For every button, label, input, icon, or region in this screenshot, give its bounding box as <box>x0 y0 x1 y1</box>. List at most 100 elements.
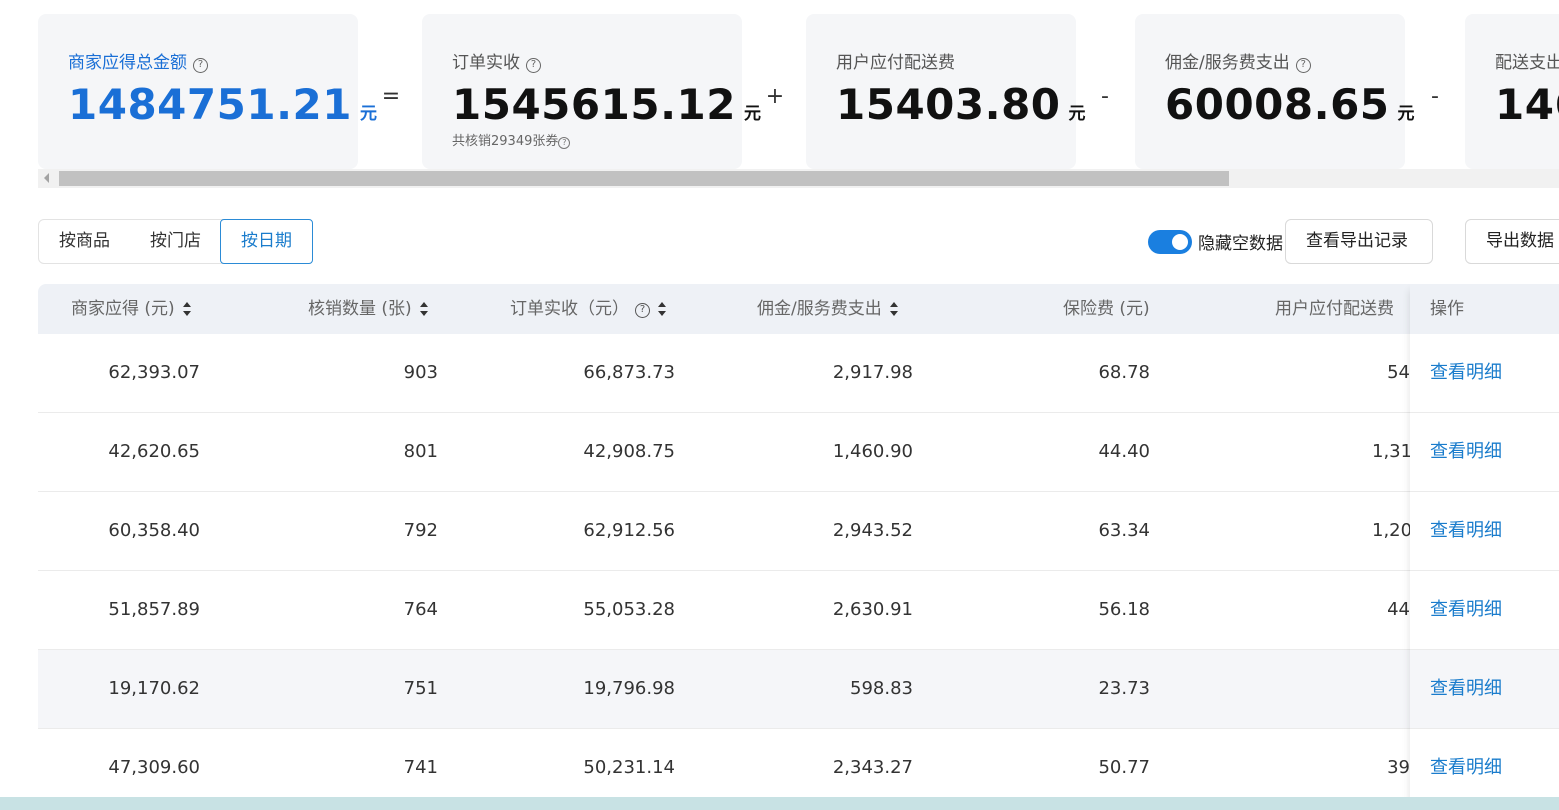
card-value: 60008.65 <box>1165 80 1390 129</box>
cell-user-delivery-fee-clip: 44 <box>1275 571 1410 649</box>
segment-by-date[interactable]: 按日期 <box>220 219 313 264</box>
table-row: 62,393.07 903 66,873.73 2,917.98 68.78 54 查看明细 <box>38 334 1559 413</box>
minus-operator: - <box>1431 84 1439 109</box>
toggle-label: 隐藏空数据 <box>1198 234 1283 254</box>
cell-order-received: 55,053.28 <box>583 599 675 620</box>
cell-insurance: 63.34 <box>1098 520 1150 541</box>
table-row: 60,358.40 792 62,912.56 2,943.52 63.34 1,20 查看… <box>38 492 1559 571</box>
sort-icon[interactable] <box>419 302 428 316</box>
card-value: 146 <box>1495 80 1559 129</box>
equals-operator: = <box>381 84 401 109</box>
cell-user-delivery-fee: 1,31 <box>1372 441 1410 462</box>
summary-card-merchant-total: 商家应得总金额? 1484751.21 元 <box>38 14 377 169</box>
table-row: 51,857.89 764 55,053.28 2,630.91 56.18 44 查看明细 <box>38 571 1559 650</box>
help-icon[interactable]: ? <box>1295 58 1311 73</box>
cell-verify-count: 801 <box>403 441 438 462</box>
help-icon[interactable]: ? <box>635 303 650 318</box>
segment-by-product[interactable]: 按商品 <box>39 220 130 263</box>
cell-merchant-due: 42,620.65 <box>108 441 200 462</box>
export-data-button[interactable]: 导出数据 <box>1465 219 1559 264</box>
cell-user-delivery-fee-clip <box>1275 650 1410 728</box>
summary-card-user-delivery-fee: 用户应付配送费 15403.80 元 <box>806 14 1086 169</box>
cell-insurance: 23.73 <box>1098 678 1150 699</box>
hide-empty-toggle[interactable] <box>1148 229 1192 254</box>
card-unit: 元 <box>359 104 377 124</box>
view-detail-link[interactable]: 查看明细 <box>1430 571 1502 649</box>
cell-insurance: 68.78 <box>1098 362 1150 383</box>
toggle-knob <box>1172 233 1188 250</box>
segment-by-store[interactable]: 按门店 <box>130 220 221 263</box>
cell-merchant-due: 19,170.62 <box>108 678 200 699</box>
col-user-delivery-fee: 用户应付配送费 <box>1275 284 1410 334</box>
sort-icon[interactable] <box>889 302 898 316</box>
cell-merchant-due: 62,393.07 <box>108 362 200 383</box>
cell-merchant-due: 60,358.40 <box>108 520 200 541</box>
cell-verify-count: 764 <box>403 599 438 620</box>
header-label: 订单实收（元） <box>510 299 629 319</box>
cell-user-delivery-fee: 44 <box>1387 599 1410 620</box>
view-detail-link[interactable]: 查看明细 <box>1430 492 1502 570</box>
cell-user-delivery-fee-clip: 39 <box>1275 729 1410 807</box>
cell-verify-count: 903 <box>403 362 438 383</box>
header-label: 用户应付配送费 <box>1275 299 1394 319</box>
help-icon[interactable]: ? <box>526 58 541 73</box>
col-merchant-due[interactable]: 商家应得 (元) <box>71 284 191 334</box>
card-value: 1545615.12 <box>452 80 736 129</box>
view-export-records-button[interactable]: 查看导出记录 <box>1285 219 1433 264</box>
card-value: 15403.80 <box>836 80 1061 129</box>
cell-insurance: 44.40 <box>1098 441 1150 462</box>
scroll-left-arrow-icon[interactable] <box>44 173 49 183</box>
view-detail-link[interactable]: 查看明细 <box>1430 413 1502 491</box>
cell-user-delivery-fee: 54 <box>1387 362 1410 383</box>
view-detail-link[interactable]: 查看明细 <box>1430 650 1502 728</box>
cell-order-received: 66,873.73 <box>583 362 675 383</box>
cell-user-delivery-fee-clip: 1,31 <box>1275 413 1410 491</box>
cell-verify-count: 741 <box>403 757 438 778</box>
sort-icon[interactable] <box>182 302 191 316</box>
card-unit: 元 <box>743 104 761 124</box>
table-header: 商家应得 (元) 核销数量 (张) 订单实收（元）? 佣金/服务费支出 保险费 … <box>38 284 1559 334</box>
view-detail-link[interactable]: 查看明细 <box>1430 729 1502 807</box>
card-label: 商家应得总金额 <box>68 53 187 73</box>
cell-insurance: 56.18 <box>1098 599 1150 620</box>
cell-commission: 2,343.27 <box>832 757 913 778</box>
cell-user-delivery-fee-clip: 54 <box>1275 334 1410 412</box>
card-label: 配送支出 <box>1495 53 1559 73</box>
card-unit: 元 <box>1397 104 1415 124</box>
cell-order-received: 42,908.75 <box>583 441 675 462</box>
cell-commission: 2,917.98 <box>832 362 913 383</box>
sort-icon[interactable] <box>658 302 666 316</box>
summary-card-order-received: 订单实收? 1545615.12 元 共核销29349张券? <box>422 14 761 169</box>
card-label: 用户应付配送费 <box>836 53 955 73</box>
cell-commission: 1,460.90 <box>832 441 913 462</box>
header-label: 佣金/服务费支出 <box>757 299 882 319</box>
cell-order-received: 50,231.14 <box>583 757 675 778</box>
help-icon[interactable]: ? <box>193 58 208 73</box>
cell-commission: 2,943.52 <box>832 520 913 541</box>
view-detail-link[interactable]: 查看明细 <box>1430 334 1502 412</box>
horizontal-scrollbar[interactable] <box>38 169 1559 188</box>
col-commission[interactable]: 佣金/服务费支出 <box>757 284 898 334</box>
card-label: 佣金/服务费支出 <box>1165 53 1290 73</box>
help-icon[interactable]: ? <box>558 137 571 149</box>
data-table: 商家应得 (元) 核销数量 (张) 订单实收（元）? 佣金/服务费支出 保险费 … <box>38 284 1559 810</box>
cell-merchant-due: 47,309.60 <box>108 757 200 778</box>
card-value: 1484751.21 <box>68 80 352 129</box>
plus-operator: + <box>765 84 785 109</box>
table-row: 42,620.65 801 42,908.75 1,460.90 44.40 1,31 查看… <box>38 413 1559 492</box>
taskbar-strip <box>0 797 1559 810</box>
header-label: 保险费 (元) <box>1063 299 1150 319</box>
cell-merchant-due: 51,857.89 <box>108 599 200 620</box>
cell-verify-count: 751 <box>403 678 438 699</box>
col-order-received[interactable]: 订单实收（元）? <box>510 284 666 334</box>
cell-order-received: 62,912.56 <box>583 520 675 541</box>
cell-verify-count: 792 <box>403 520 438 541</box>
header-label: 核销数量 (张) <box>308 299 412 319</box>
cell-user-delivery-fee-clip: 1,20 <box>1275 492 1410 570</box>
card-unit: 元 <box>1068 104 1086 124</box>
card-label: 订单实收 <box>452 53 520 73</box>
scrollbar-thumb[interactable] <box>59 171 1229 186</box>
col-verify-count[interactable]: 核销数量 (张) <box>308 284 428 334</box>
view-segmented-control: 按商品 按门店 按日期 <box>38 219 313 264</box>
col-action: 操作 <box>1430 299 1464 319</box>
